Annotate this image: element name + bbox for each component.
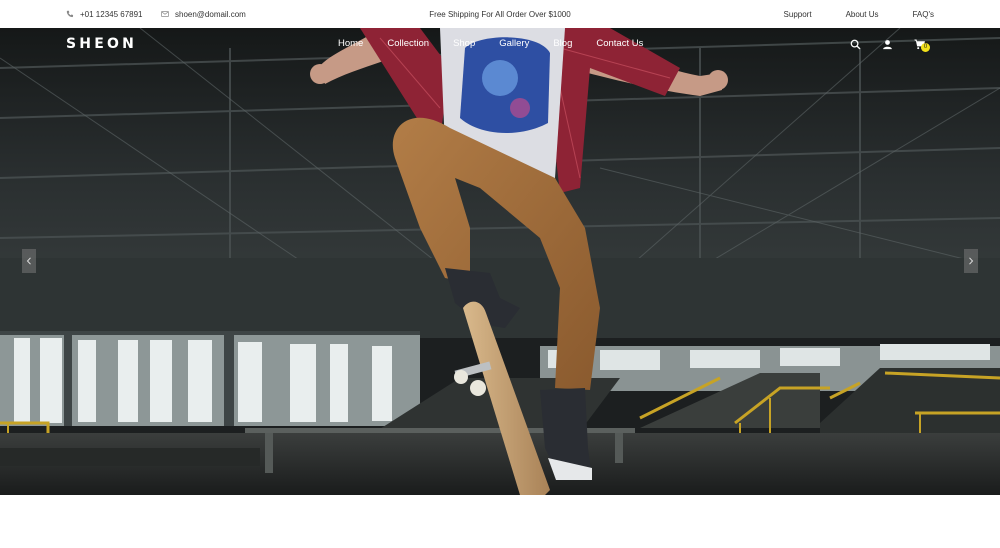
mail-icon [161, 10, 169, 18]
about-us-link[interactable]: About Us [846, 10, 879, 19]
user-icon [882, 39, 893, 50]
nav-blog[interactable]: Blog [553, 38, 572, 49]
chevron-right-icon [968, 252, 974, 270]
top-bar: +01 12345 67891 shoen@domail.com Free Sh… [0, 0, 1000, 28]
chevron-left-icon [26, 252, 32, 270]
top-links: Support About Us FAQ's [784, 0, 934, 28]
email-address: shoen@domail.com [175, 9, 246, 19]
nav-gallery[interactable]: Gallery [499, 38, 529, 49]
nav-home[interactable]: Home [338, 38, 363, 49]
brand-logo[interactable]: SHEON [66, 36, 137, 52]
promo-text: Free Shipping For All Order Over $1000 [429, 9, 571, 19]
search-button[interactable] [848, 37, 862, 51]
phone-contact[interactable]: +01 12345 67891 [66, 0, 143, 28]
slider-next-button[interactable] [964, 249, 978, 273]
content-area [0, 495, 1000, 548]
nav-shop[interactable]: Shop [453, 38, 475, 49]
email-contact[interactable]: shoen@domail.com [161, 0, 246, 28]
phone-number: +01 12345 67891 [80, 9, 143, 19]
slider-prev-button[interactable] [22, 249, 36, 273]
search-icon [850, 39, 861, 50]
main-nav: Home Collection Shop Gallery Blog Contac… [338, 38, 667, 49]
phone-icon [66, 10, 74, 18]
cart-count-badge: 0 [921, 43, 930, 52]
header-actions: 0 [848, 37, 944, 52]
nav-collection[interactable]: Collection [387, 38, 429, 49]
hero-slider [0, 28, 1000, 495]
faqs-link[interactable]: FAQ's [912, 10, 934, 19]
nav-contact-us[interactable]: Contact Us [596, 38, 643, 49]
main-header: SHEON Home Collection Shop Gallery Blog … [0, 28, 1000, 60]
support-link[interactable]: Support [784, 10, 812, 19]
hero-image [0, 28, 1000, 495]
cart-button[interactable]: 0 [912, 37, 930, 52]
account-button[interactable] [880, 37, 894, 51]
